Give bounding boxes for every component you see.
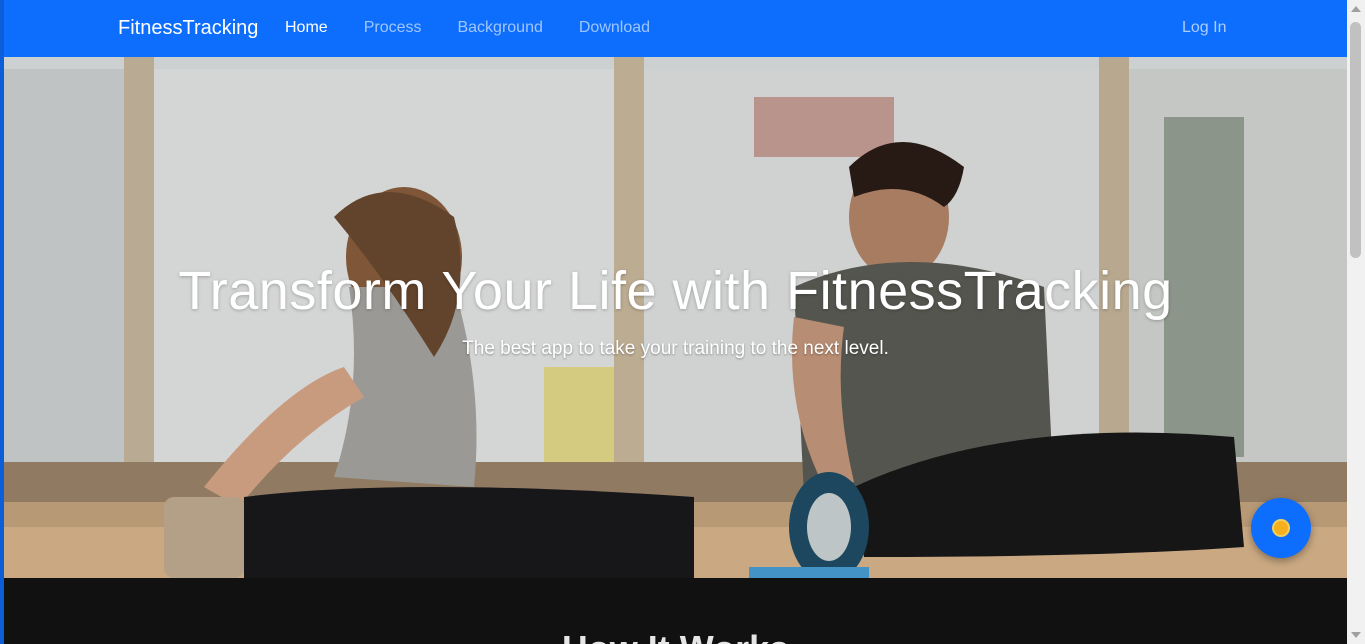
page-scrollbar[interactable]	[1347, 0, 1365, 644]
nav-link-process[interactable]: Process	[364, 19, 422, 37]
scroll-thumb[interactable]	[1350, 22, 1361, 258]
section-title: How It Works	[4, 628, 1347, 644]
sun-icon	[1274, 521, 1288, 535]
scroll-up-arrow-icon[interactable]	[1351, 6, 1361, 12]
theme-toggle-button[interactable]	[1251, 498, 1311, 558]
nav-link-download[interactable]: Download	[579, 19, 650, 37]
how-it-works-section: How It Works	[4, 578, 1347, 644]
nav-link-background[interactable]: Background	[457, 19, 542, 37]
browser-viewport: FitnessTracking Home Process Background …	[4, 0, 1347, 644]
nav-links: Home Process Background Download	[285, 19, 686, 37]
hero-title: Transform Your Life with FitnessTracking	[178, 261, 1173, 321]
hero-section: Transform Your Life with FitnessTracking…	[4, 57, 1347, 578]
navbar: FitnessTracking Home Process Background …	[4, 0, 1347, 57]
nav-link-home[interactable]: Home	[285, 19, 328, 37]
login-link[interactable]: Log In	[1182, 19, 1226, 37]
hero-subtitle: The best app to take your training to th…	[462, 338, 889, 359]
scroll-down-arrow-icon[interactable]	[1351, 632, 1361, 638]
brand-logo-link[interactable]: FitnessTracking	[118, 17, 258, 40]
